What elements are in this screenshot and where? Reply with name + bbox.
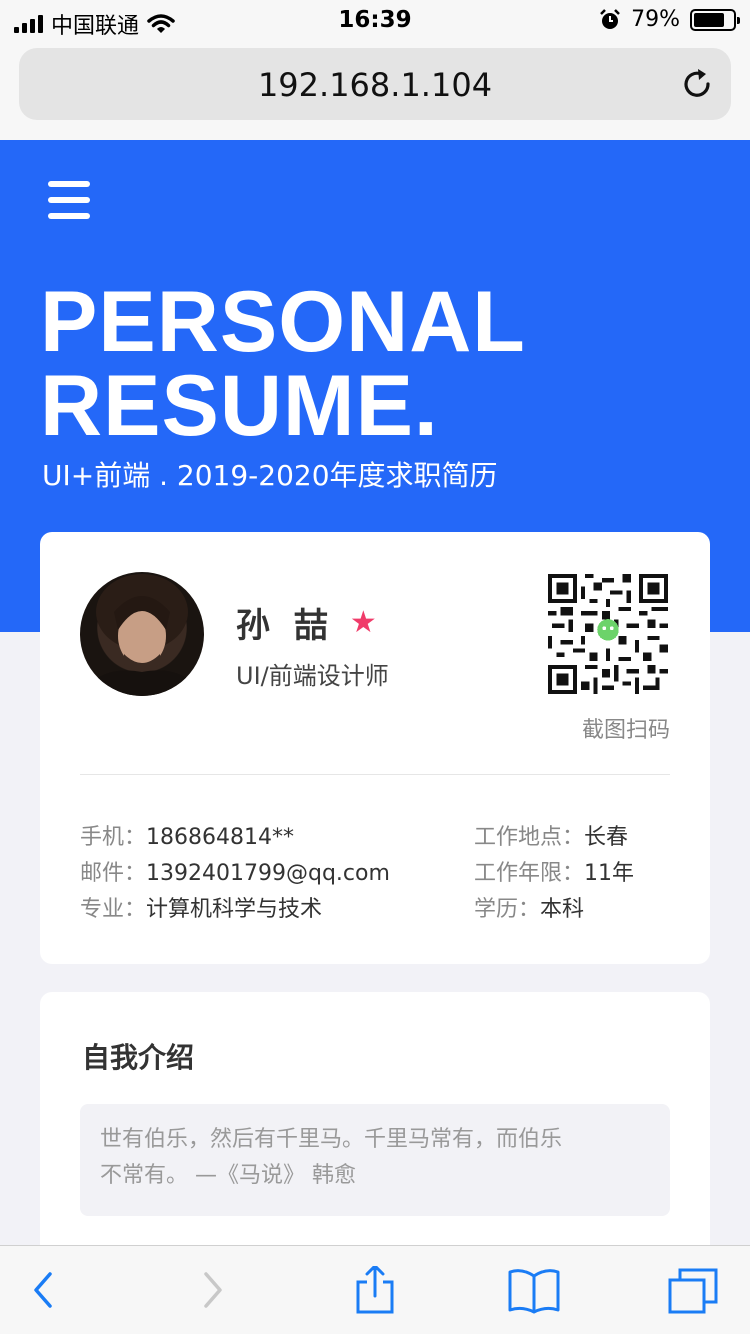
avatar bbox=[80, 572, 204, 696]
url-text: 192.168.1.104 bbox=[257, 66, 493, 104]
status-right: 79% bbox=[599, 7, 740, 32]
hero-title: PERSONAL RESUME. bbox=[40, 274, 526, 454]
intro-line: 不常有。 —《马说》 韩愈 bbox=[100, 1163, 356, 1188]
contact-info-right: 工作地点：长春 工作年限：11年 学历：本科 bbox=[474, 820, 634, 928]
info-key: 学历： bbox=[474, 897, 541, 922]
info-email: 邮件：1392401799@qq.com bbox=[80, 856, 390, 892]
browser-toolbar bbox=[0, 1245, 750, 1334]
info-value: 本科 bbox=[540, 897, 585, 922]
battery-icon bbox=[690, 8, 740, 31]
address-bar[interactable]: 192.168.1.104 bbox=[19, 48, 731, 120]
info-value: 11年 bbox=[584, 861, 635, 886]
divider bbox=[80, 774, 670, 775]
intro-quote: 世有伯乐，然后有千里马。千里马常有，而伯乐 不常有。 —《马说》 韩愈 bbox=[80, 1104, 670, 1216]
menu-icon-bar bbox=[48, 213, 90, 219]
battery-fill bbox=[694, 12, 725, 27]
qr-label: 截图扫码 bbox=[581, 718, 670, 743]
info-key: 工作地点： bbox=[474, 825, 585, 850]
forward-icon[interactable] bbox=[184, 1266, 240, 1314]
bookmarks-icon[interactable] bbox=[506, 1266, 562, 1314]
info-experience: 工作年限：11年 bbox=[474, 856, 634, 892]
info-education: 学历：本科 bbox=[474, 892, 634, 928]
info-major: 专业：计算机科学与技术 bbox=[80, 892, 390, 928]
menu-button[interactable] bbox=[48, 181, 90, 219]
hero-subtitle: UI+前端 . 2019-2020年度求职简历 bbox=[42, 459, 498, 492]
info-value: 1392401799@qq.com bbox=[146, 861, 390, 886]
info-key: 邮件： bbox=[80, 861, 147, 886]
menu-icon-bar bbox=[48, 181, 90, 187]
qr-code-icon bbox=[548, 574, 668, 694]
alarm-icon bbox=[600, 8, 620, 29]
status-bar: 中国联通 16:39 79% bbox=[0, 0, 750, 40]
star-icon: ★ bbox=[349, 605, 377, 640]
info-phone: 手机：186864814** bbox=[80, 820, 390, 856]
reload-icon[interactable] bbox=[679, 66, 715, 102]
profile-role: UI/前端设计师 bbox=[236, 662, 389, 690]
info-key: 手机： bbox=[80, 825, 147, 850]
info-key: 工作年限： bbox=[474, 861, 585, 886]
back-icon[interactable] bbox=[16, 1266, 72, 1314]
intro-title: 自我介绍 bbox=[82, 1041, 195, 1074]
profile-card: 孙 喆 ★ UI/前端设计师 截图扫码 手机：186864814** 邮件：13… bbox=[40, 532, 710, 964]
info-key: 专业： bbox=[80, 897, 147, 922]
name-row: 孙 喆 ★ bbox=[236, 598, 377, 647]
browser-address-area: 192.168.1.104 bbox=[0, 40, 750, 140]
share-icon[interactable] bbox=[347, 1266, 403, 1314]
menu-icon-bar bbox=[48, 197, 90, 203]
profile-name: 孙 喆 bbox=[236, 606, 334, 646]
battery-percent: 79% bbox=[631, 7, 680, 32]
contact-info-left: 手机：186864814** 邮件：1392401799@qq.com 专业：计… bbox=[80, 820, 390, 928]
hero-title-line1: PERSONAL bbox=[40, 274, 526, 370]
tabs-icon[interactable] bbox=[666, 1266, 722, 1314]
info-value: 长春 bbox=[584, 825, 629, 850]
hero-title-line2: RESUME. bbox=[40, 358, 439, 454]
info-value: 计算机科学与技术 bbox=[146, 897, 323, 922]
info-value: 186864814** bbox=[146, 825, 294, 850]
intro-line: 世有伯乐，然后有千里马。千里马常有，而伯乐 bbox=[100, 1127, 563, 1152]
info-location: 工作地点：长春 bbox=[474, 820, 634, 856]
